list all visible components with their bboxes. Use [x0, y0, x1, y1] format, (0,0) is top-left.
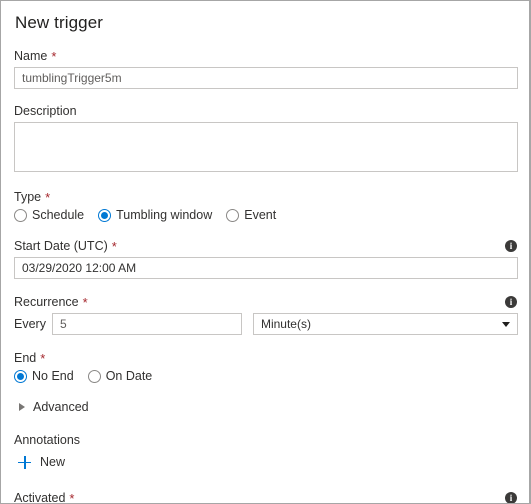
advanced-label: Advanced — [33, 400, 89, 414]
end-radio-no-end[interactable]: No End — [14, 369, 74, 383]
type-radio-schedule[interactable]: Schedule — [14, 208, 84, 222]
activated-label: Activated — [14, 491, 66, 504]
description-label: Description — [14, 104, 77, 118]
activated-label-row: Activated * i — [14, 490, 518, 504]
end-field-group: End * No End On Date — [14, 351, 518, 383]
radio-mark-icon — [226, 208, 240, 222]
radio-mark-icon — [14, 208, 27, 222]
end-required-asterisk: * — [40, 350, 46, 366]
activated-field-group: Activated * i Yes No — [14, 490, 518, 504]
recurrence-row: Every Minute(s) — [14, 313, 518, 335]
type-required-asterisk: * — [45, 189, 51, 205]
radio-mark-selected-icon — [98, 208, 112, 222]
end-label: End — [14, 351, 37, 365]
type-radio-group: Schedule Tumbling window Event — [14, 208, 518, 222]
info-icon[interactable]: i — [505, 240, 517, 252]
name-label: Name — [14, 49, 48, 63]
start-date-label: Start Date (UTC) — [14, 239, 108, 253]
recurrence-unit-select-wrap: Minute(s) — [252, 313, 518, 335]
page-title: New trigger — [15, 13, 104, 32]
chevron-right-icon — [19, 403, 25, 411]
description-label-row: Description — [14, 104, 518, 119]
every-label: Every — [14, 317, 46, 331]
plus-icon — [18, 455, 31, 469]
type-radio-tumbling-window[interactable]: Tumbling window — [98, 208, 212, 222]
end-radio-on-date-label: On Date — [105, 369, 153, 383]
type-radio-event[interactable]: Event — [226, 208, 276, 222]
radio-mark-selected-icon — [14, 369, 27, 383]
name-label-row: Name * — [14, 49, 518, 64]
annotations-label: Annotations — [14, 433, 81, 447]
start-date-field-group: Start Date (UTC) * i — [14, 239, 518, 279]
end-radio-on-date[interactable]: On Date — [87, 369, 153, 383]
recurrence-interval-input[interactable] — [51, 313, 242, 335]
recurrence-label: Recurrence — [14, 295, 79, 309]
start-date-required-asterisk: * — [111, 238, 117, 254]
recurrence-required-asterisk: * — [82, 294, 88, 310]
end-radio-group: No End On Date — [14, 369, 518, 383]
type-label-row: Type * — [14, 190, 518, 205]
type-radio-tumbling-window-label: Tumbling window — [116, 208, 213, 222]
add-annotation-button[interactable]: New — [18, 455, 65, 469]
description-textarea[interactable] — [14, 122, 518, 172]
recurrence-unit-select[interactable]: Minute(s) — [252, 313, 518, 335]
end-label-row: End * — [14, 351, 518, 366]
recurrence-field-group: Recurrence * i Every Minute(s) — [14, 295, 518, 335]
activated-required-asterisk: * — [69, 490, 75, 504]
type-label: Type — [14, 190, 42, 204]
end-radio-no-end-label: No End — [32, 369, 74, 383]
advanced-section-toggle[interactable]: Advanced — [19, 400, 518, 414]
type-radio-schedule-label: Schedule — [32, 208, 85, 222]
name-required-asterisk: * — [51, 48, 57, 64]
type-radio-event-label: Event — [244, 208, 277, 222]
type-field-group: Type * Schedule Tumbling window Event — [14, 190, 518, 222]
recurrence-label-row: Recurrence * i — [14, 295, 518, 310]
new-trigger-panel: New trigger Name * Description Type * — [0, 0, 531, 504]
info-icon[interactable]: i — [505, 296, 517, 308]
name-field-group: Name * — [14, 49, 518, 89]
start-date-input[interactable] — [14, 257, 518, 279]
radio-mark-icon — [87, 369, 101, 383]
start-date-label-row: Start Date (UTC) * i — [14, 239, 518, 254]
name-input[interactable] — [14, 67, 518, 89]
info-icon[interactable]: i — [505, 492, 517, 503]
add-annotation-label: New — [40, 455, 66, 469]
description-field-group: Description — [14, 104, 518, 172]
